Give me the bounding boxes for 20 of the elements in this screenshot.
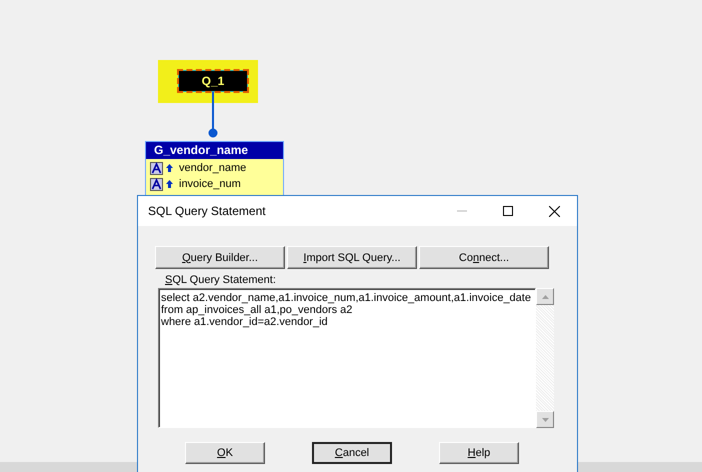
dialog-button[interactable]: Cancel	[312, 442, 392, 464]
vertical-scrollbar[interactable]	[536, 288, 554, 428]
scroll-down-icon[interactable]	[542, 418, 548, 422]
sql-text-area[interactable]: select a2.vendor_name,a1.invoice_num,a1.invoice_amount,a1.invoice_date from ap_invoices_all a1,po_vendors a2 where a1.vendor_id=a2.vendor_id	[158, 288, 536, 428]
field-label: SQL Query Statement:	[165, 274, 277, 286]
scroll-up-icon[interactable]	[542, 294, 548, 298]
group-column: vendor_name	[179, 162, 246, 174]
group-title: G_vendor_name	[146, 142, 283, 159]
text-type-icon	[150, 178, 163, 190]
group-column: invoice_num	[179, 178, 241, 190]
query-node[interactable]: Q_1	[178, 70, 248, 92]
dialog-button[interactable]: Query Builder...	[155, 246, 285, 269]
dialog-button[interactable]: Import SQL Query...	[287, 246, 417, 269]
text-type-icon	[150, 162, 163, 174]
dialog-button[interactable]: Help	[439, 442, 519, 464]
close-icon	[548, 206, 560, 216]
connector-line	[206, 92, 220, 139]
maximize-icon	[503, 206, 513, 216]
dialog-button[interactable]: Connect...	[419, 246, 549, 269]
dialog-button[interactable]: OK	[185, 442, 265, 464]
